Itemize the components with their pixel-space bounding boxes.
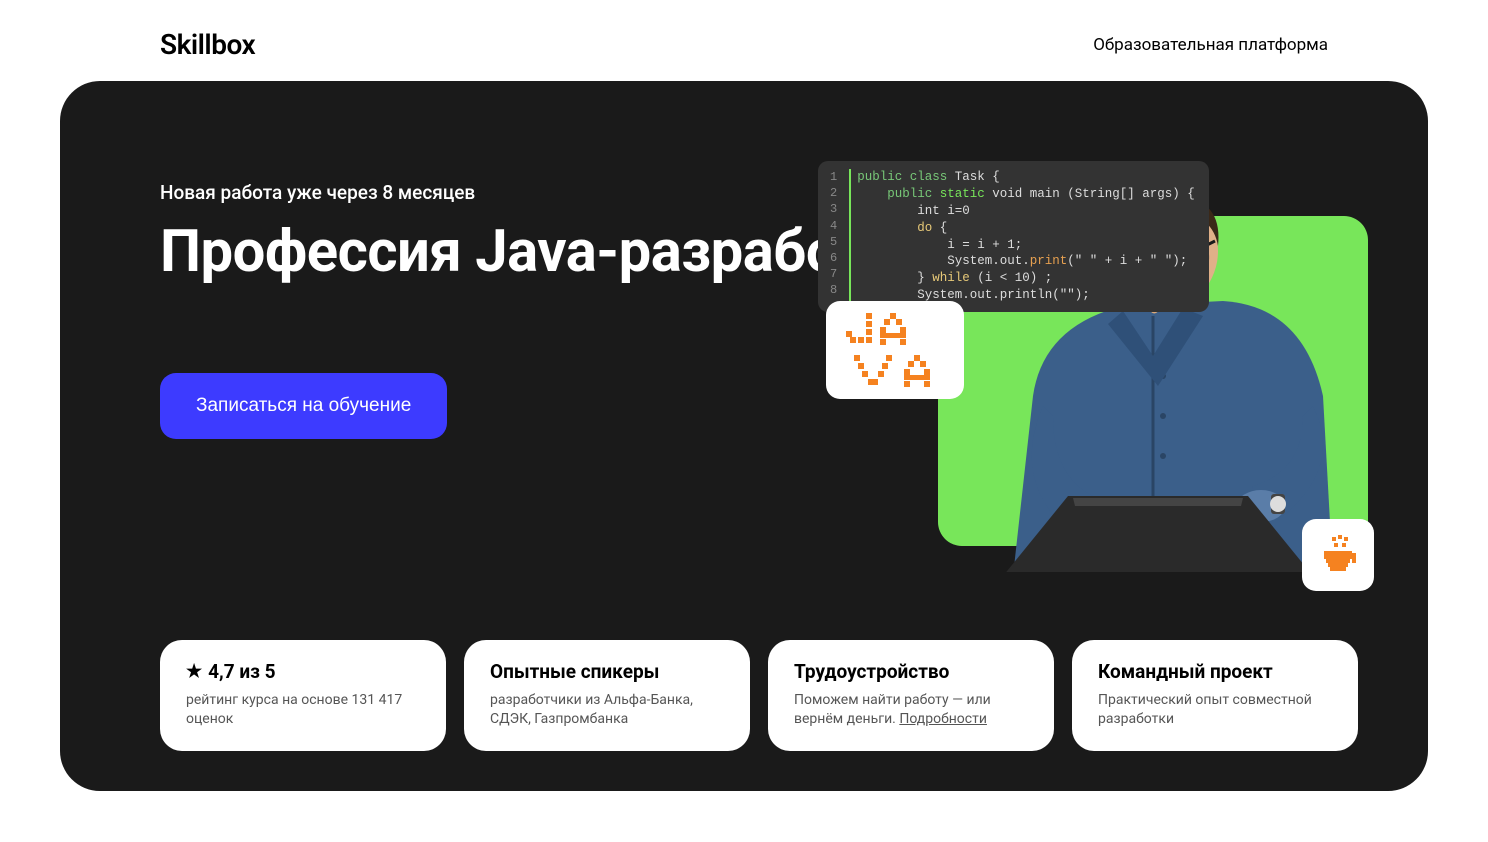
code-text: public class Task { public static void m… — [851, 169, 1195, 304]
coffee-icon — [1302, 519, 1374, 591]
card-desc: Практический опыт совместной разработки — [1098, 691, 1332, 729]
star-icon: ★ — [186, 661, 202, 682]
card-desc: рейтинг курса на основе 131 417 оценок — [186, 691, 420, 729]
code-snippet: 12345678 public class Task { public stat… — [818, 161, 1209, 312]
card-title: Трудоустройство — [794, 660, 1028, 683]
card-speakers: Опытные спикеры разработчики из Альфа-Ба… — [464, 640, 750, 751]
card-desc: разработчики из Альфа-Банка, СДЭК, Газпр… — [490, 691, 724, 729]
java-badge — [826, 301, 964, 399]
card-title-text: 4,7 из 5 — [208, 660, 275, 683]
hero-illustration: 12345678 public class Task { public stat… — [808, 161, 1368, 581]
card-desc: Поможем найти работу — или вернём деньги… — [794, 691, 1028, 729]
card-title: Опытные спикеры — [490, 660, 724, 683]
enroll-button[interactable]: Записаться на обучение — [160, 373, 447, 439]
card-employment: Трудоустройство Поможем найти работу — и… — [768, 640, 1054, 751]
hero-section: Новая работа уже через 8 месяцев Професс… — [60, 81, 1428, 791]
hero-top: Новая работа уже через 8 месяцев Професс… — [160, 131, 1358, 640]
card-team-project: Командный проект Практический опыт совме… — [1072, 640, 1358, 751]
card-title: ★ 4,7 из 5 — [186, 660, 420, 683]
card-rating: ★ 4,7 из 5 рейтинг курса на основе 131 4… — [160, 640, 446, 751]
card-title: Командный проект — [1098, 660, 1332, 683]
header-tagline: Образовательная платформа — [1093, 35, 1328, 55]
code-line-numbers: 12345678 — [826, 169, 851, 304]
logo[interactable]: Skillbox — [160, 28, 255, 61]
details-link[interactable]: Подробности — [899, 711, 987, 727]
header: Skillbox Образовательная платформа — [0, 0, 1488, 81]
feature-cards: ★ 4,7 из 5 рейтинг курса на основе 131 4… — [160, 640, 1358, 751]
